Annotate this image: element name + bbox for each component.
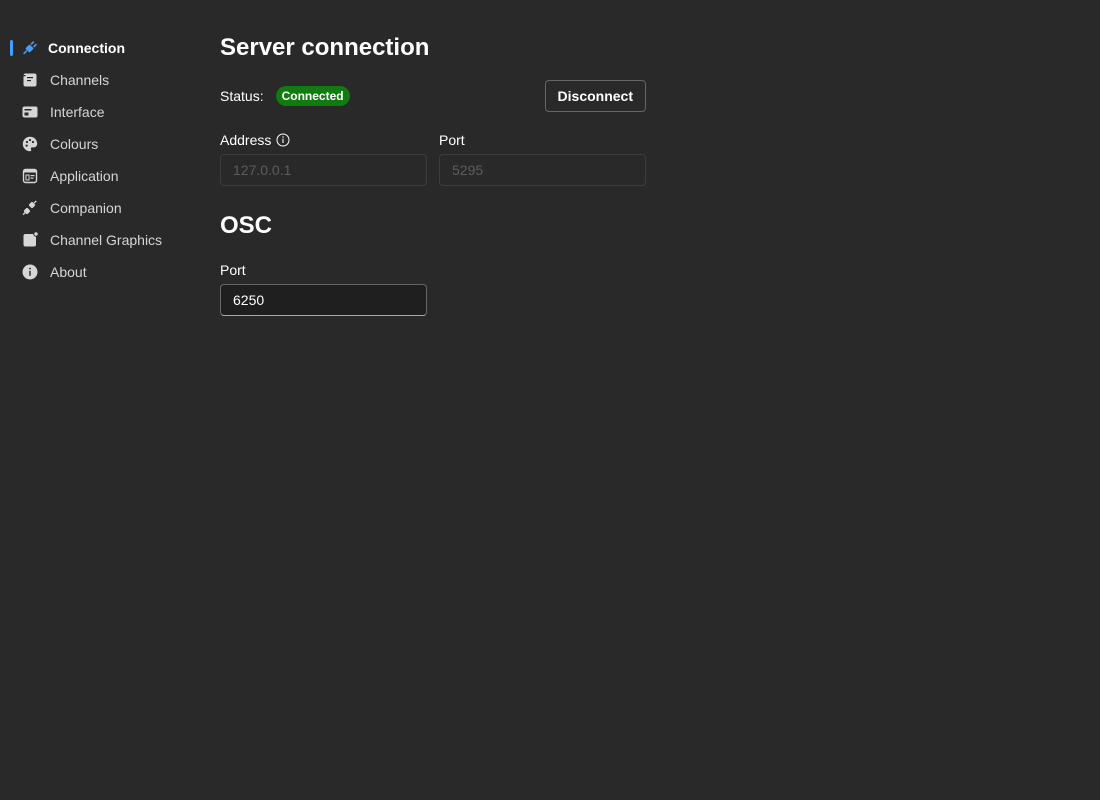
port-field-group: Port	[439, 132, 646, 186]
sidebar-item-label: Channel Graphics	[50, 232, 163, 248]
disconnect-button[interactable]: Disconnect	[544, 80, 646, 112]
osc-title: OSC	[220, 212, 273, 239]
settings-window: Connection Channels Interface Colours Ap	[0, 0, 1100, 800]
plug-connected-icon	[22, 40, 38, 56]
sidebar-nav: Connection Channels Interface Colours Ap	[0, 32, 190, 288]
sidebar-item-interface[interactable]: Interface	[0, 96, 190, 128]
palette-icon	[22, 136, 38, 152]
server-connection-title: Server connection	[220, 34, 430, 61]
port-label-row: Port	[439, 132, 646, 152]
port-label: Port	[439, 132, 465, 148]
address-input[interactable]	[220, 154, 427, 186]
sidebar-item-channel-graphics[interactable]: Channel Graphics	[0, 224, 190, 256]
address-label: Address	[220, 132, 272, 148]
sidebar-item-label: Interface	[50, 104, 105, 120]
info-icon	[22, 264, 38, 280]
status-label: Status:	[220, 88, 264, 104]
sidebar-item-label: Connection	[48, 40, 125, 56]
sidebar-item-label: Colours	[50, 136, 99, 152]
sidebar-item-label: Channels	[50, 72, 110, 88]
application-icon	[22, 168, 38, 184]
osc-port-label-row: Port	[220, 262, 427, 282]
sidebar-item-label: Application	[50, 168, 119, 184]
address-label-row: Address	[220, 132, 427, 152]
server-fields: Address Port	[220, 132, 646, 186]
osc-port-input[interactable]	[220, 284, 427, 316]
osc-port-field-group: Port	[220, 262, 427, 316]
plug-disconnected-icon	[22, 200, 38, 216]
info-circle-icon[interactable]	[276, 133, 290, 147]
sidebar-item-connection[interactable]: Connection	[0, 32, 190, 64]
sidebar-item-channels[interactable]: Channels	[0, 64, 190, 96]
sidebar-item-label: About	[50, 264, 87, 280]
sidebar-item-label: Companion	[50, 200, 122, 216]
settings-content: Server connection Status: Connected Disc…	[220, 32, 646, 316]
active-indicator	[10, 40, 13, 56]
channels-icon	[22, 72, 38, 88]
port-input[interactable]	[439, 154, 646, 186]
interface-icon	[22, 104, 38, 120]
sidebar-item-companion[interactable]: Companion	[0, 192, 190, 224]
osc-port-label: Port	[220, 262, 246, 278]
sidebar-item-colours[interactable]: Colours	[0, 128, 190, 160]
channel-graphics-icon	[22, 232, 38, 248]
status-badge: Connected	[275, 86, 350, 106]
address-field-group: Address	[220, 132, 427, 186]
sidebar-item-about[interactable]: About	[0, 256, 190, 288]
sidebar-item-application[interactable]: Application	[0, 160, 190, 192]
status-row: Status: Connected Disconnect	[220, 80, 646, 112]
